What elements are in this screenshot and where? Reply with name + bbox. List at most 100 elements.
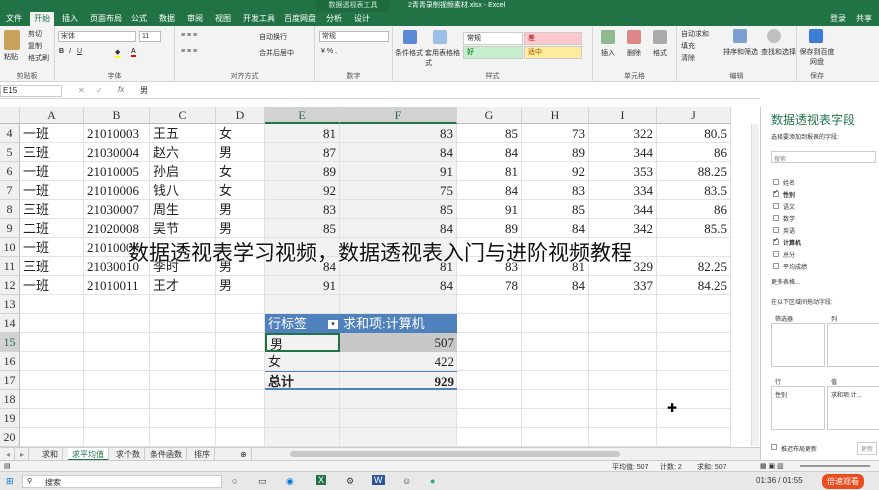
column-header-h[interactable]: H xyxy=(522,107,589,124)
cell-b7[interactable]: 21010006 xyxy=(84,181,150,200)
cell-e18[interactable] xyxy=(265,390,340,409)
row-header-5[interactable]: 5 xyxy=(0,143,20,162)
sort-filter-icon[interactable] xyxy=(733,29,747,43)
enter-icon[interactable]: ✓ xyxy=(96,86,103,95)
cell-j8[interactable]: 86 xyxy=(657,200,731,219)
cell-f13[interactable] xyxy=(340,295,457,314)
field-checkbox[interactable] xyxy=(773,263,779,269)
formula-input[interactable]: 男 xyxy=(140,85,148,96)
cell-j9[interactable]: 85.5 xyxy=(657,219,731,238)
cell-i14[interactable] xyxy=(589,314,657,333)
column-header-f[interactable]: F xyxy=(340,107,457,124)
cell-a7[interactable]: 一班 xyxy=(20,181,84,200)
cell-f19[interactable] xyxy=(340,409,457,428)
autosum-button[interactable]: 自动求和 xyxy=(681,29,709,39)
column-header-e[interactable]: E xyxy=(265,107,340,124)
tab-developer[interactable]: 开发工具 xyxy=(239,12,279,26)
cell-g9[interactable]: 89 xyxy=(457,219,522,238)
cell-e13[interactable] xyxy=(265,295,340,314)
select-all-corner[interactable] xyxy=(0,107,20,124)
row-header-4[interactable]: 4 xyxy=(0,124,20,143)
cell-d16[interactable] xyxy=(216,352,265,371)
row-header-6[interactable]: 6 xyxy=(0,162,20,181)
insert-cells-icon[interactable] xyxy=(601,30,615,44)
cell-b15[interactable] xyxy=(84,333,150,352)
pivot-row-value[interactable]: 422 xyxy=(340,352,457,371)
cut-button[interactable]: 剪切 xyxy=(28,29,42,39)
cell-e19[interactable] xyxy=(265,409,340,428)
cell-d5[interactable]: 男 xyxy=(216,143,265,162)
cell-c19[interactable] xyxy=(150,409,216,428)
cell-a20[interactable] xyxy=(20,428,84,447)
edge-icon[interactable]: ◉ xyxy=(286,476,294,487)
cell-d18[interactable] xyxy=(216,390,265,409)
cell-a10[interactable]: 一班 xyxy=(20,238,84,257)
cell-j4[interactable]: 80.5 xyxy=(657,124,731,143)
cell-e8[interactable]: 83 xyxy=(265,200,340,219)
cell-a12[interactable]: 一班 xyxy=(20,276,84,295)
zoom-slider[interactable] xyxy=(800,465,870,467)
cell-i16[interactable] xyxy=(589,352,657,371)
cell-a13[interactable] xyxy=(20,295,84,314)
row-header-10[interactable]: 10 xyxy=(0,238,20,257)
cell-f6[interactable]: 91 xyxy=(340,162,457,181)
cell-b20[interactable] xyxy=(84,428,150,447)
rows-area[interactable]: 性别 xyxy=(771,386,825,430)
taskbar-search[interactable]: ⚲ 搜索 xyxy=(22,475,222,488)
share-button[interactable]: 共享 xyxy=(852,12,876,26)
style-neutral[interactable]: 适中 xyxy=(524,46,582,59)
field-label[interactable]: 平均成绩 xyxy=(783,262,807,271)
delete-cells-icon[interactable] xyxy=(627,30,641,44)
cell-g12[interactable]: 78 xyxy=(457,276,522,295)
tab-home[interactable]: 开始 xyxy=(30,12,54,26)
baidu-cloud-icon[interactable] xyxy=(809,29,823,43)
style-good[interactable]: 好 xyxy=(463,46,523,59)
cell-j10[interactable] xyxy=(657,238,731,257)
defer-update-checkbox[interactable] xyxy=(771,444,777,450)
field-checkbox[interactable]: ✓ xyxy=(773,237,779,245)
find-select-button[interactable]: 查找和选择 xyxy=(761,47,796,57)
worksheet-grid[interactable]: A B C D E F G H I J 4 一班 21010003 王五女 81 83 85 73 322 80.5 5… xyxy=(0,107,760,447)
cell-b9[interactable]: 21020008 xyxy=(84,219,150,238)
cell-c5[interactable]: 赵六 xyxy=(150,143,216,162)
login-link[interactable]: 登录 xyxy=(826,12,850,26)
clear-button[interactable]: 清除 xyxy=(681,53,695,63)
cell-d7[interactable]: 女 xyxy=(216,181,265,200)
row-header-19[interactable]: 19 xyxy=(0,409,20,428)
cancel-icon[interactable]: ✕ xyxy=(78,86,85,95)
row-header-9[interactable]: 9 xyxy=(0,219,20,238)
cell-b18[interactable] xyxy=(84,390,150,409)
column-header-c[interactable]: C xyxy=(150,107,216,124)
cell-b5[interactable]: 21030004 xyxy=(84,143,150,162)
update-button[interactable]: 更新 xyxy=(857,442,878,455)
vertical-scrollbar[interactable] xyxy=(751,124,759,446)
find-select-icon[interactable] xyxy=(767,29,781,43)
cell-h19[interactable] xyxy=(522,409,589,428)
italic-button[interactable]: I xyxy=(69,48,71,55)
tab-insert[interactable]: 插入 xyxy=(58,12,82,26)
cell-i12[interactable]: 337 xyxy=(589,276,657,295)
row-header-8[interactable]: 8 xyxy=(0,200,20,219)
bold-button[interactable]: B xyxy=(59,48,64,55)
row-header-14[interactable]: 14 xyxy=(0,314,20,333)
filters-area[interactable] xyxy=(771,323,825,367)
wrap-text-button[interactable]: 自动换行 xyxy=(259,32,287,42)
cell-i18[interactable] xyxy=(589,390,657,409)
field-checkbox[interactable] xyxy=(773,215,779,221)
align-left-icon[interactable]: ≡ ≡ ≡ xyxy=(181,48,197,55)
format-cells-icon[interactable] xyxy=(653,30,667,44)
cell-c4[interactable]: 王五 xyxy=(150,124,216,143)
cell-f8[interactable]: 85 xyxy=(340,200,457,219)
cell-d9[interactable]: 男 xyxy=(216,219,265,238)
view-normal-icon[interactable]: ▦ ▣ ▥ xyxy=(760,462,784,470)
cell-j12[interactable]: 84.25 xyxy=(657,276,731,295)
field-checkbox[interactable] xyxy=(773,203,779,209)
cell-b12[interactable]: 21010011 xyxy=(84,276,150,295)
row-header-11[interactable]: 11 xyxy=(0,257,20,276)
currency-icon[interactable]: ¥ % , xyxy=(321,48,337,55)
tab-analyze[interactable]: 分析 xyxy=(322,12,346,26)
style-normal[interactable]: 常规 xyxy=(463,32,523,45)
cell-e9[interactable]: 85 xyxy=(265,219,340,238)
cell-f18[interactable] xyxy=(340,390,457,409)
cell-j13[interactable] xyxy=(657,295,731,314)
